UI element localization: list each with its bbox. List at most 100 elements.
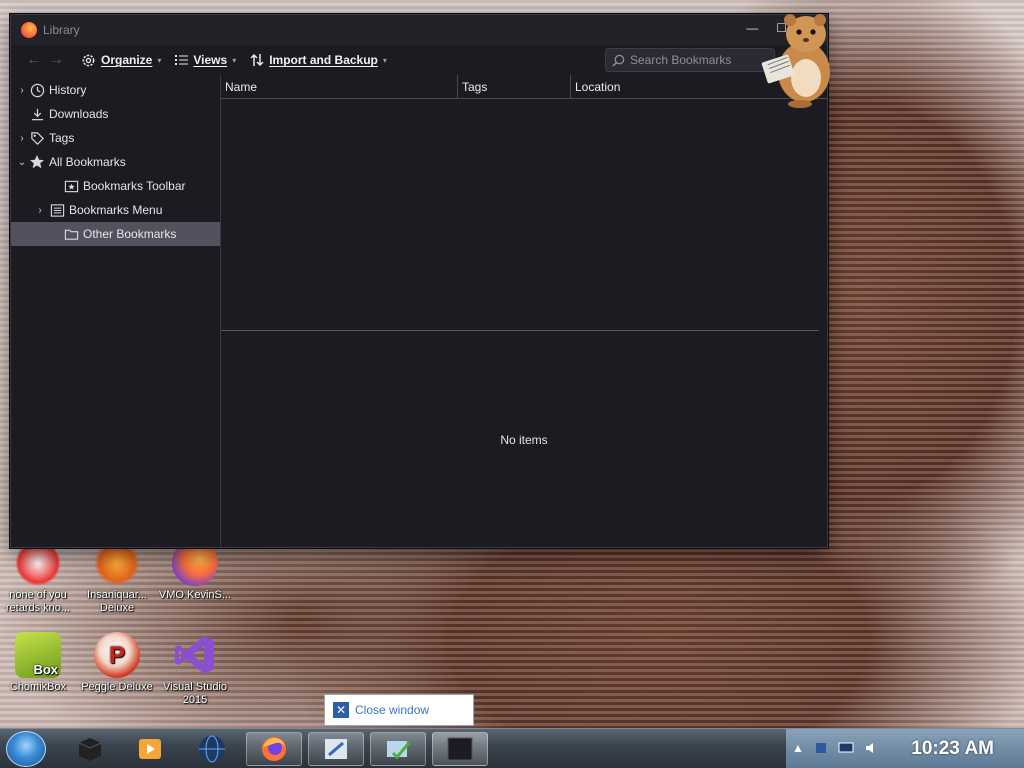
firefox-icon [21, 22, 37, 38]
system-tray: ▲ 10:23 AM [786, 729, 1024, 768]
library-window-icon [447, 737, 473, 761]
views-button[interactable]: Views ▾ [175, 53, 236, 67]
desktop-icon-vmo[interactable]: VMO KevinS... [157, 540, 233, 602]
chevron-right-icon[interactable]: › [15, 133, 29, 144]
desktop-icon-label: Visual Studio 2015 [162, 681, 227, 706]
bookmarks-list[interactable] [221, 99, 819, 331]
desktop-icon-visual-studio[interactable]: Visual Studio 2015 [157, 632, 233, 707]
sidebar-item-bookmarks-menu[interactable]: › Bookmarks Menu [11, 198, 220, 222]
chevron-right-icon[interactable]: › [15, 85, 29, 96]
taskbar-item-installer[interactable] [370, 732, 426, 766]
sidebar-item-bookmarks-toolbar[interactable]: Bookmarks Toolbar [11, 174, 220, 198]
chevron-down-icon[interactable]: ⌄ [15, 157, 29, 168]
import-backup-label: Import and Backup [269, 53, 378, 67]
chevron-down-icon: ▾ [232, 55, 237, 65]
desktop-icon-label: ChomikBox [9, 681, 67, 693]
volume-icon[interactable] [864, 741, 878, 755]
chomikbox-badge-text: Box [33, 662, 58, 677]
taskbar-item-library[interactable] [432, 732, 488, 766]
desktop-icon-label: none of you retards kno... [5, 589, 71, 614]
installer-icon [387, 741, 411, 760]
network-icon[interactable] [814, 741, 828, 755]
desktop-icon-peggle[interactable]: P Peggle Deluxe [79, 632, 155, 694]
library-window: Library — ☐ ← → Organize ▾ Views ▾ Impor… [10, 14, 828, 548]
taskbar-item-firefox[interactable] [246, 732, 302, 766]
taskbar-item-browser-globe[interactable] [184, 732, 240, 766]
list-view-icon [175, 55, 189, 65]
monitor-icon[interactable] [838, 741, 854, 755]
close-icon: ✕ [333, 702, 349, 718]
download-icon [29, 106, 45, 122]
sidebar-item-label: Bookmarks Toolbar [83, 179, 186, 193]
tray-icons: ▲ [792, 741, 878, 755]
start-button[interactable] [6, 731, 46, 767]
firefox-icon [262, 737, 286, 761]
desktop-icon-label: Peggle Deluxe [81, 681, 153, 693]
desktop-icon-label: VMO KevinS... [158, 589, 232, 601]
chevron-down-icon: ▾ [382, 55, 387, 65]
globe-icon [199, 735, 225, 763]
column-header-tags[interactable]: Tags [458, 75, 571, 98]
close-window-tooltip: ✕ Close window [324, 694, 474, 726]
details-pane: No items [221, 332, 827, 547]
search-icon [612, 54, 625, 67]
minimize-button[interactable]: — [746, 21, 758, 35]
empty-state-text: No items [500, 432, 548, 447]
taskbar-item-media-player[interactable] [122, 732, 178, 766]
desktop-icon-none-of-you[interactable]: none of you retards kno... [0, 540, 76, 615]
views-label: Views [193, 53, 228, 67]
forward-button[interactable]: → [45, 51, 67, 69]
hamster-box-icon: Box [15, 632, 61, 678]
tag-icon [29, 130, 45, 146]
visual-studio-icon [172, 632, 218, 678]
column-headers: Name Tags Location [221, 75, 827, 99]
import-export-icon [250, 53, 264, 67]
cube-icon [78, 738, 102, 761]
hamster-mascot-icon [761, 14, 830, 108]
chevron-up-icon[interactable]: ▲ [792, 741, 804, 755]
search-input[interactable] [630, 53, 770, 67]
peggle-letter: P [108, 641, 125, 669]
sidebar-item-downloads[interactable]: Downloads [11, 102, 220, 126]
library-body: › History Downloads › Tags ⌄ All Bookmar… [11, 75, 827, 547]
sidebar-item-label: All Bookmarks [49, 155, 126, 169]
taskbar-item-terminal[interactable] [62, 732, 118, 766]
bookmarks-content: Name Tags Location No items [221, 75, 827, 547]
chevron-right-icon[interactable]: › [33, 205, 47, 216]
sidebar-item-tags[interactable]: › Tags [11, 126, 220, 150]
taskbar: ▲ 10:23 AM [0, 728, 1024, 768]
window-titlebar[interactable]: Library [11, 15, 827, 45]
sidebar-item-all-bookmarks[interactable]: ⌄ All Bookmarks [11, 150, 220, 174]
media-player-icon [139, 739, 161, 759]
folder-icon [63, 226, 79, 242]
organize-label: Organize [101, 53, 153, 67]
search-box[interactable] [605, 48, 775, 72]
sidebar-item-label: Downloads [49, 107, 109, 121]
editor-icon [325, 739, 347, 759]
menu-icon [49, 202, 65, 218]
sidebar-item-label: Bookmarks Menu [69, 203, 163, 217]
tooltip-text: Close window [355, 703, 430, 717]
clock[interactable]: 10:23 AM [911, 738, 994, 760]
sidebar-item-history[interactable]: › History [11, 78, 220, 102]
import-backup-button[interactable]: Import and Backup ▾ [250, 53, 387, 67]
desktop-icon-insaniquarium[interactable]: Insaniquar... Deluxe [79, 540, 155, 615]
sidebar-item-label: Tags [49, 131, 75, 145]
star-icon [29, 154, 45, 170]
library-toolbar: ← → Organize ▾ Views ▾ Import and Backup… [11, 45, 827, 75]
chevron-down-icon: ▾ [157, 55, 162, 65]
sidebar-item-label: History [49, 83, 87, 97]
desktop-icon-chomikbox[interactable]: Box ChomikBox [0, 632, 76, 694]
desktop-icon-label: Insaniquar... Deluxe [87, 589, 147, 614]
clock-icon [29, 82, 45, 98]
toolbar-icon [63, 178, 79, 194]
organize-button[interactable]: Organize ▾ [81, 53, 161, 68]
back-button[interactable]: ← [23, 51, 45, 69]
sidebar-tree: › History Downloads › Tags ⌄ All Bookmar… [11, 75, 221, 547]
peggle-icon: P [94, 632, 140, 678]
sidebar-item-other-bookmarks[interactable]: Other Bookmarks [11, 222, 220, 246]
gear-icon [82, 54, 95, 66]
window-title: Library [43, 23, 80, 37]
column-header-name[interactable]: Name [221, 75, 458, 98]
taskbar-item-editor[interactable] [308, 732, 364, 766]
